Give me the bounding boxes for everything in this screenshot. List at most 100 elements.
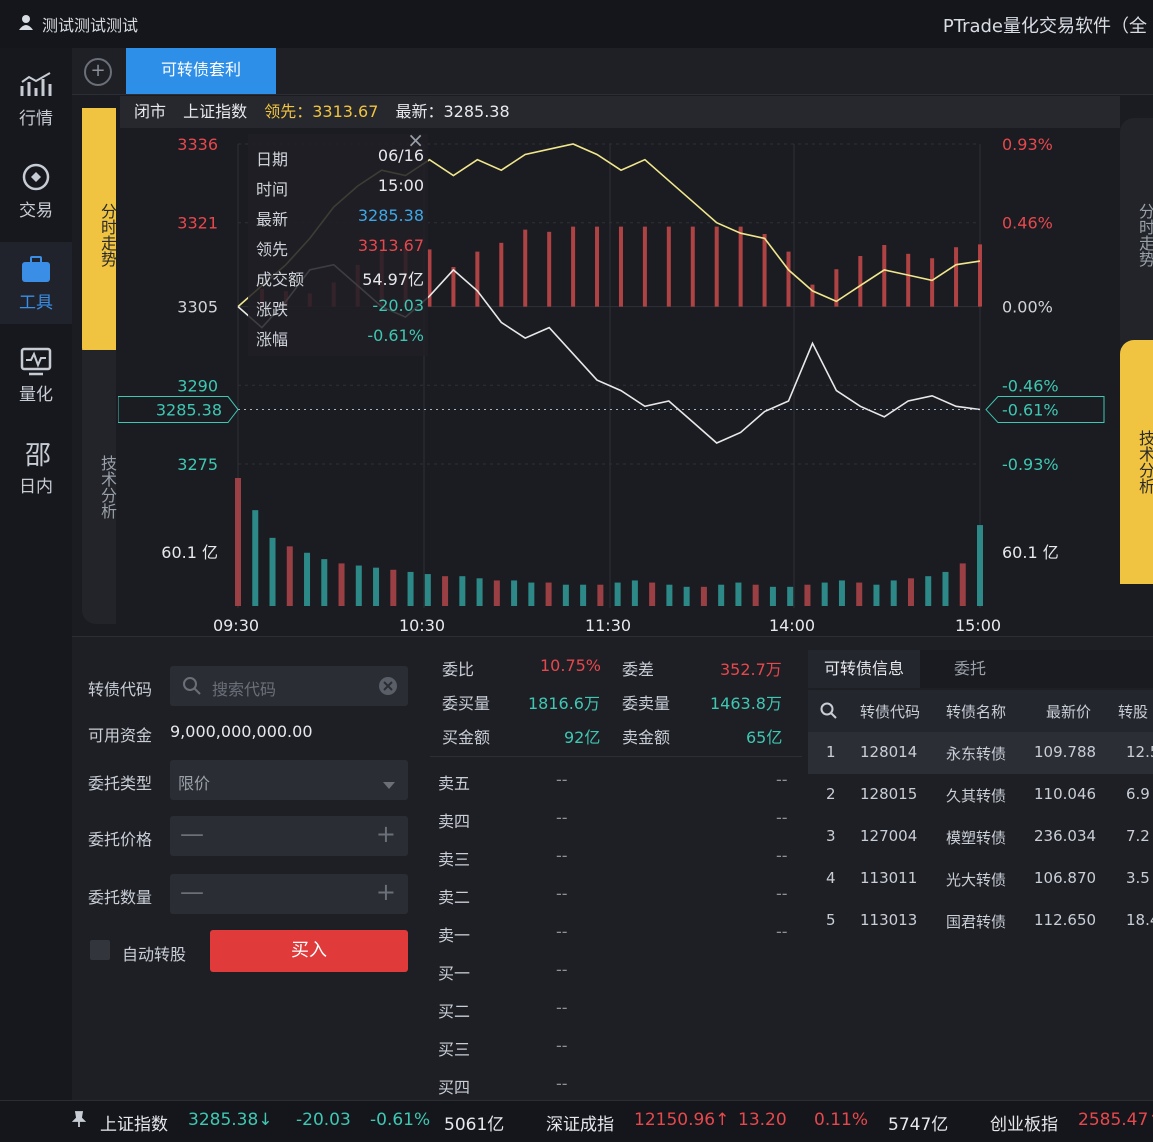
table-cell: 7.2 [1126, 827, 1150, 845]
ob-level-price[interactable]: -- [556, 846, 568, 876]
current-pct-label: -0.61% [1002, 401, 1059, 420]
table-header-cell[interactable]: 转债代码 [860, 701, 920, 722]
order-qty-label: 委托数量 [88, 888, 153, 907]
volume-bar [666, 584, 673, 606]
ob-level-volume: -- [776, 770, 788, 789]
table-cell: 127004 [860, 827, 918, 845]
order-qty-stepper[interactable]: — + [170, 874, 408, 914]
tooltip-value: 54.97亿 [362, 270, 424, 289]
table-cell: 106.870 [1034, 869, 1097, 887]
nav-item-trade[interactable]: 交易 [0, 150, 72, 232]
diff-bar [714, 226, 719, 307]
diff-bar [690, 226, 695, 307]
tab-convertible-arbitrage[interactable]: 可转债套利 [126, 48, 276, 94]
table-row[interactable]: 4 113011 光大转债 106.870 3.5 [808, 858, 1153, 900]
ob-level-price[interactable]: -- [556, 884, 568, 914]
diff-bar [571, 226, 576, 307]
table-cell: 5 [826, 911, 836, 929]
ob-level-price[interactable]: -- [556, 770, 568, 800]
nav-label: 工具 [19, 292, 53, 313]
diff-bar [738, 226, 743, 307]
table-row[interactable]: 3 127004 模塑转债 236.034 7.2 [808, 816, 1153, 858]
tooltip-row: 成交额 54.97亿 [256, 266, 424, 292]
nav-item-market[interactable]: 行情 [0, 58, 72, 140]
available-funds-label: 可用资金 [88, 726, 153, 745]
table-cell: 110.046 [1034, 785, 1097, 803]
add-tab-icon[interactable]: + [84, 58, 112, 86]
toolbox-icon [22, 255, 50, 282]
table-header-cell[interactable]: 最新价 [1046, 701, 1091, 722]
buy-button[interactable]: 买入 [210, 930, 408, 972]
table-row[interactable]: 5 113013 国君转债 112.650 18.4 [808, 900, 1153, 942]
volume-bars [235, 478, 983, 606]
volume-bar [321, 559, 328, 606]
tooltip-row: 最新 3285.38 [256, 206, 424, 232]
table-row[interactable]: 1 128014 永东转债 109.788 12.5 [808, 732, 1153, 774]
volume-bar [683, 586, 690, 606]
ob-level-price[interactable]: -- [556, 922, 568, 952]
ob-level-volume: -- [776, 884, 788, 903]
ob-level-price[interactable]: -- [556, 808, 568, 838]
volume-bar [787, 586, 794, 606]
side-tab-timeshare-right[interactable]: 分时走势 [1120, 118, 1153, 352]
side-tab-technical-right[interactable]: 技术分析 [1120, 340, 1153, 584]
volume-bar [407, 571, 414, 606]
minus-icon[interactable]: — [180, 878, 204, 906]
intraday-icon: 邵 [25, 441, 51, 468]
tooltip-value: 06/16 [377, 146, 424, 165]
volume-bar [925, 576, 932, 606]
current-price-label: 3285.38 [156, 401, 222, 420]
nav-label: 交易 [19, 200, 53, 221]
minus-icon[interactable]: — [180, 820, 204, 848]
volume-bar [597, 584, 604, 606]
auto-convert-checkbox[interactable] [90, 940, 110, 960]
volume-bar [856, 582, 863, 606]
y-tick-right: 0.93% [1002, 135, 1053, 154]
table-header-cell[interactable]: 转债名称 [946, 701, 1006, 722]
volume-bar [907, 578, 914, 606]
user-info[interactable]: 测试测试测试 [18, 12, 138, 36]
volume-bar [977, 525, 983, 606]
pin-icon[interactable] [70, 1110, 88, 1133]
tooltip-value: 3285.38 [357, 206, 424, 225]
ob-level-label: 买二 [438, 1002, 471, 1021]
tab-orders[interactable]: 委托 [920, 650, 1020, 688]
volume-bar [890, 580, 897, 606]
trade-icon [22, 163, 50, 190]
side-tab-technical-left[interactable]: 技术分析 [82, 350, 117, 624]
cy-index-name[interactable]: 创业板指 [990, 1110, 1058, 1135]
table-row[interactable]: 2 128015 久其转债 110.046 6.9 [808, 774, 1153, 816]
nav-label: 量化 [19, 384, 53, 405]
ob-level-price[interactable]: -- [556, 960, 568, 990]
ob-level-price[interactable]: -- [556, 1036, 568, 1066]
table-cell: 3.5 [1126, 869, 1150, 887]
search-icon[interactable] [820, 702, 838, 724]
volume-bar [511, 580, 518, 606]
nav-item-quant[interactable]: 量化 [0, 334, 72, 416]
plus-icon[interactable]: + [376, 878, 396, 906]
ob-level-price[interactable]: -- [556, 998, 568, 1028]
order-type-select[interactable]: 限价 [170, 760, 408, 800]
tab-bond-info[interactable]: 可转债信息 [808, 650, 920, 688]
order-price-stepper[interactable]: — + [170, 816, 408, 856]
tooltip-value: -20.03 [372, 296, 424, 315]
y-tick-right: 0.00% [1002, 298, 1053, 317]
clear-icon[interactable] [378, 676, 398, 700]
nav-item-tools[interactable]: 工具 [0, 242, 72, 324]
user-icon [18, 14, 34, 34]
sh-index-name[interactable]: 上证指数 [100, 1110, 168, 1135]
bond-code-search-input[interactable]: 搜索代码 [170, 666, 408, 706]
table-header-cell[interactable]: 转股 [1118, 701, 1148, 722]
ob-stat-value: 1463.8万 [710, 694, 782, 713]
y-tick-left: 3290 [177, 376, 218, 395]
sz-index-name[interactable]: 深证成指 [546, 1110, 614, 1135]
volume-bar [718, 584, 725, 606]
nav-item-intraday[interactable]: 邵 日内 [0, 426, 72, 508]
plus-icon[interactable]: + [376, 820, 396, 848]
order-type-value: 限价 [178, 774, 211, 793]
tooltip-row: 日期 06/16 [256, 146, 424, 172]
table-cell: 128015 [860, 785, 918, 803]
diff-bar [954, 247, 959, 307]
tooltip-value: -0.61% [367, 326, 424, 345]
side-tab-timeshare-left[interactable]: 分时走势 [82, 108, 117, 362]
